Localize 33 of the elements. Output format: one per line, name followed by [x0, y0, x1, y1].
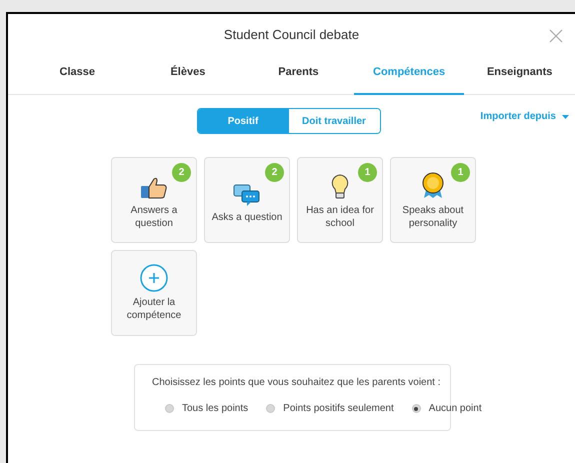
close-icon [549, 29, 563, 43]
tab[interactable]: Enseignants [464, 56, 575, 95]
skill-label: Answers a question [130, 204, 178, 230]
close-button[interactable] [549, 28, 565, 44]
count-badge: 1 [358, 163, 377, 182]
add-skill-card[interactable]: Ajouter la compétence [111, 250, 197, 336]
skill-card[interactable]: 2 Asks a question [204, 157, 290, 243]
tab[interactable]: Élèves [132, 56, 244, 95]
count-badge: 1 [451, 163, 470, 182]
light-bulb-icon [330, 174, 350, 200]
add-icon [140, 264, 168, 292]
radio-button[interactable] [165, 404, 174, 413]
radio-option[interactable]: Aucun point [412, 401, 482, 416]
radio-button[interactable] [412, 404, 421, 413]
skill-label: Has an idea for school [305, 204, 375, 230]
dialog-title: Student Council debate [224, 26, 360, 44]
thumbs-up-icon [140, 176, 168, 200]
tab[interactable]: Classe [22, 56, 133, 95]
caret-icon [562, 114, 569, 118]
count-badge: 2 [172, 163, 191, 182]
skill-card[interactable]: 2 Answers a question [111, 157, 197, 243]
skill-label: Speaks about personality [401, 204, 465, 230]
visibility-prompt: Choisissez les points que vous souhaitez que les parents voient : [152, 376, 442, 390]
skill-card[interactable]: 1 Speaks about personality [390, 157, 476, 243]
skill-card[interactable]: 1 Has an idea for school [297, 157, 383, 243]
chat-bubbles-icon [233, 182, 261, 206]
radio-option[interactable]: Points positifs seulement [266, 401, 394, 416]
tab[interactable]: Parents [243, 56, 354, 95]
count-badge: 2 [265, 163, 284, 182]
radio-option[interactable]: Tous les points [165, 401, 248, 416]
radio-button[interactable] [266, 404, 276, 413]
skill-label: Asks a question [212, 210, 282, 224]
medal-icon [421, 172, 445, 200]
